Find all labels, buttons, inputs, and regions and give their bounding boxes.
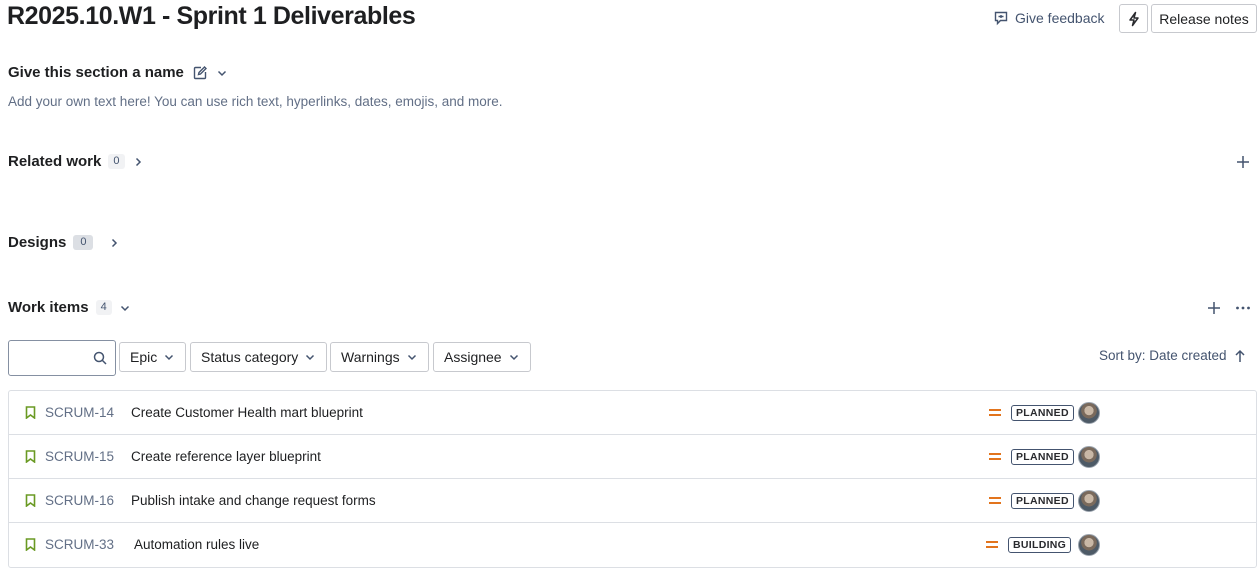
section-name-label: Give this section a name [8,64,184,81]
table-row[interactable]: SCRUM-33 Automation rules live BUILDING [9,523,1256,567]
search-icon [93,351,107,365]
chevron-down-icon[interactable] [216,67,228,79]
work-item-summary[interactable]: Create reference layer blueprint [131,449,321,464]
sort-control[interactable]: Sort by: Date created [1099,348,1246,363]
add-related-work-icon[interactable] [1235,154,1251,170]
more-icon[interactable] [1235,300,1251,316]
table-row[interactable]: SCRUM-14 Create Customer Health mart blu… [9,391,1256,435]
status-badge[interactable]: PLANNED [1011,405,1074,421]
release-notes-button[interactable]: Release notes [1151,4,1257,33]
avatar[interactable] [1078,490,1100,512]
epic-filter[interactable]: Epic [119,342,187,372]
work-item-key[interactable]: SCRUM-16 [45,493,114,508]
assignee-filter[interactable]: Assignee [433,342,531,372]
chevron-down-icon [163,351,175,363]
table-row[interactable]: SCRUM-15 Create reference layer blueprin… [9,435,1256,479]
status-badge[interactable]: PLANNED [1011,493,1074,509]
designs-heading[interactable]: Designs 0 [8,234,120,251]
work-item-summary[interactable]: Create Customer Health mart blueprint [131,405,363,420]
designs-label: Designs [8,234,67,251]
related-work-heading[interactable]: Related work 0 [8,153,144,170]
work-item-key[interactable]: SCRUM-33 [45,537,114,552]
bookmark-icon [25,406,36,419]
chevron-down-icon [304,351,316,363]
status-category-filter[interactable]: Status category [190,342,328,372]
feedback-icon [993,10,1009,26]
work-items-label: Work items [8,299,89,316]
avatar[interactable] [1078,534,1100,556]
work-item-summary[interactable]: Automation rules live [134,537,259,552]
add-work-item-icon[interactable] [1206,300,1222,316]
chevron-right-icon[interactable] [108,237,120,249]
related-work-count: 0 [108,154,125,169]
lightning-icon [1127,11,1141,27]
section-description[interactable]: Add your own text here! You can use rich… [8,94,503,109]
work-items-search[interactable] [8,340,116,376]
work-items-count: 4 [95,300,112,315]
status-category-filter-label: Status category [201,349,299,365]
bookmark-icon [25,538,36,551]
search-input[interactable] [15,347,89,369]
table-row[interactable]: SCRUM-16 Publish intake and change reque… [9,479,1256,523]
work-item-key[interactable]: SCRUM-14 [45,405,114,420]
chevron-down-icon [406,351,418,363]
give-feedback-label: Give feedback [1015,10,1105,26]
assignee-filter-label: Assignee [444,349,502,365]
warnings-filter-label: Warnings [341,349,400,365]
epic-filter-label: Epic [130,349,158,365]
work-item-summary[interactable]: Publish intake and change request forms [131,493,376,508]
bookmark-icon [25,450,36,463]
designs-count: 0 [73,235,94,250]
warnings-filter[interactable]: Warnings [330,342,429,372]
edit-icon[interactable] [192,65,208,81]
chevron-right-icon[interactable] [132,156,144,168]
priority-medium-icon [989,408,1001,418]
priority-medium-icon [986,540,998,550]
work-items-table: SCRUM-14 Create Customer Health mart blu… [8,390,1257,568]
chevron-down-icon [508,351,520,363]
page-title: R2025.10.W1 - Sprint 1 Deliverables [7,2,416,30]
section-name-heading[interactable]: Give this section a name [8,64,228,81]
work-item-key[interactable]: SCRUM-15 [45,449,114,464]
sort-label: Sort by: Date created [1099,348,1227,363]
related-work-label: Related work [8,153,102,170]
avatar[interactable] [1078,446,1100,468]
chevron-down-icon[interactable] [119,302,131,314]
automation-button[interactable] [1119,4,1148,33]
give-feedback-button[interactable]: Give feedback [993,6,1105,30]
arrow-up-icon[interactable] [1234,349,1246,363]
status-badge[interactable]: PLANNED [1011,449,1074,465]
status-badge[interactable]: BUILDING [1008,537,1072,553]
priority-medium-icon [989,452,1001,462]
work-items-heading[interactable]: Work items 4 [8,299,131,316]
avatar[interactable] [1078,402,1100,424]
bookmark-icon [25,494,36,507]
priority-medium-icon [989,496,1001,506]
